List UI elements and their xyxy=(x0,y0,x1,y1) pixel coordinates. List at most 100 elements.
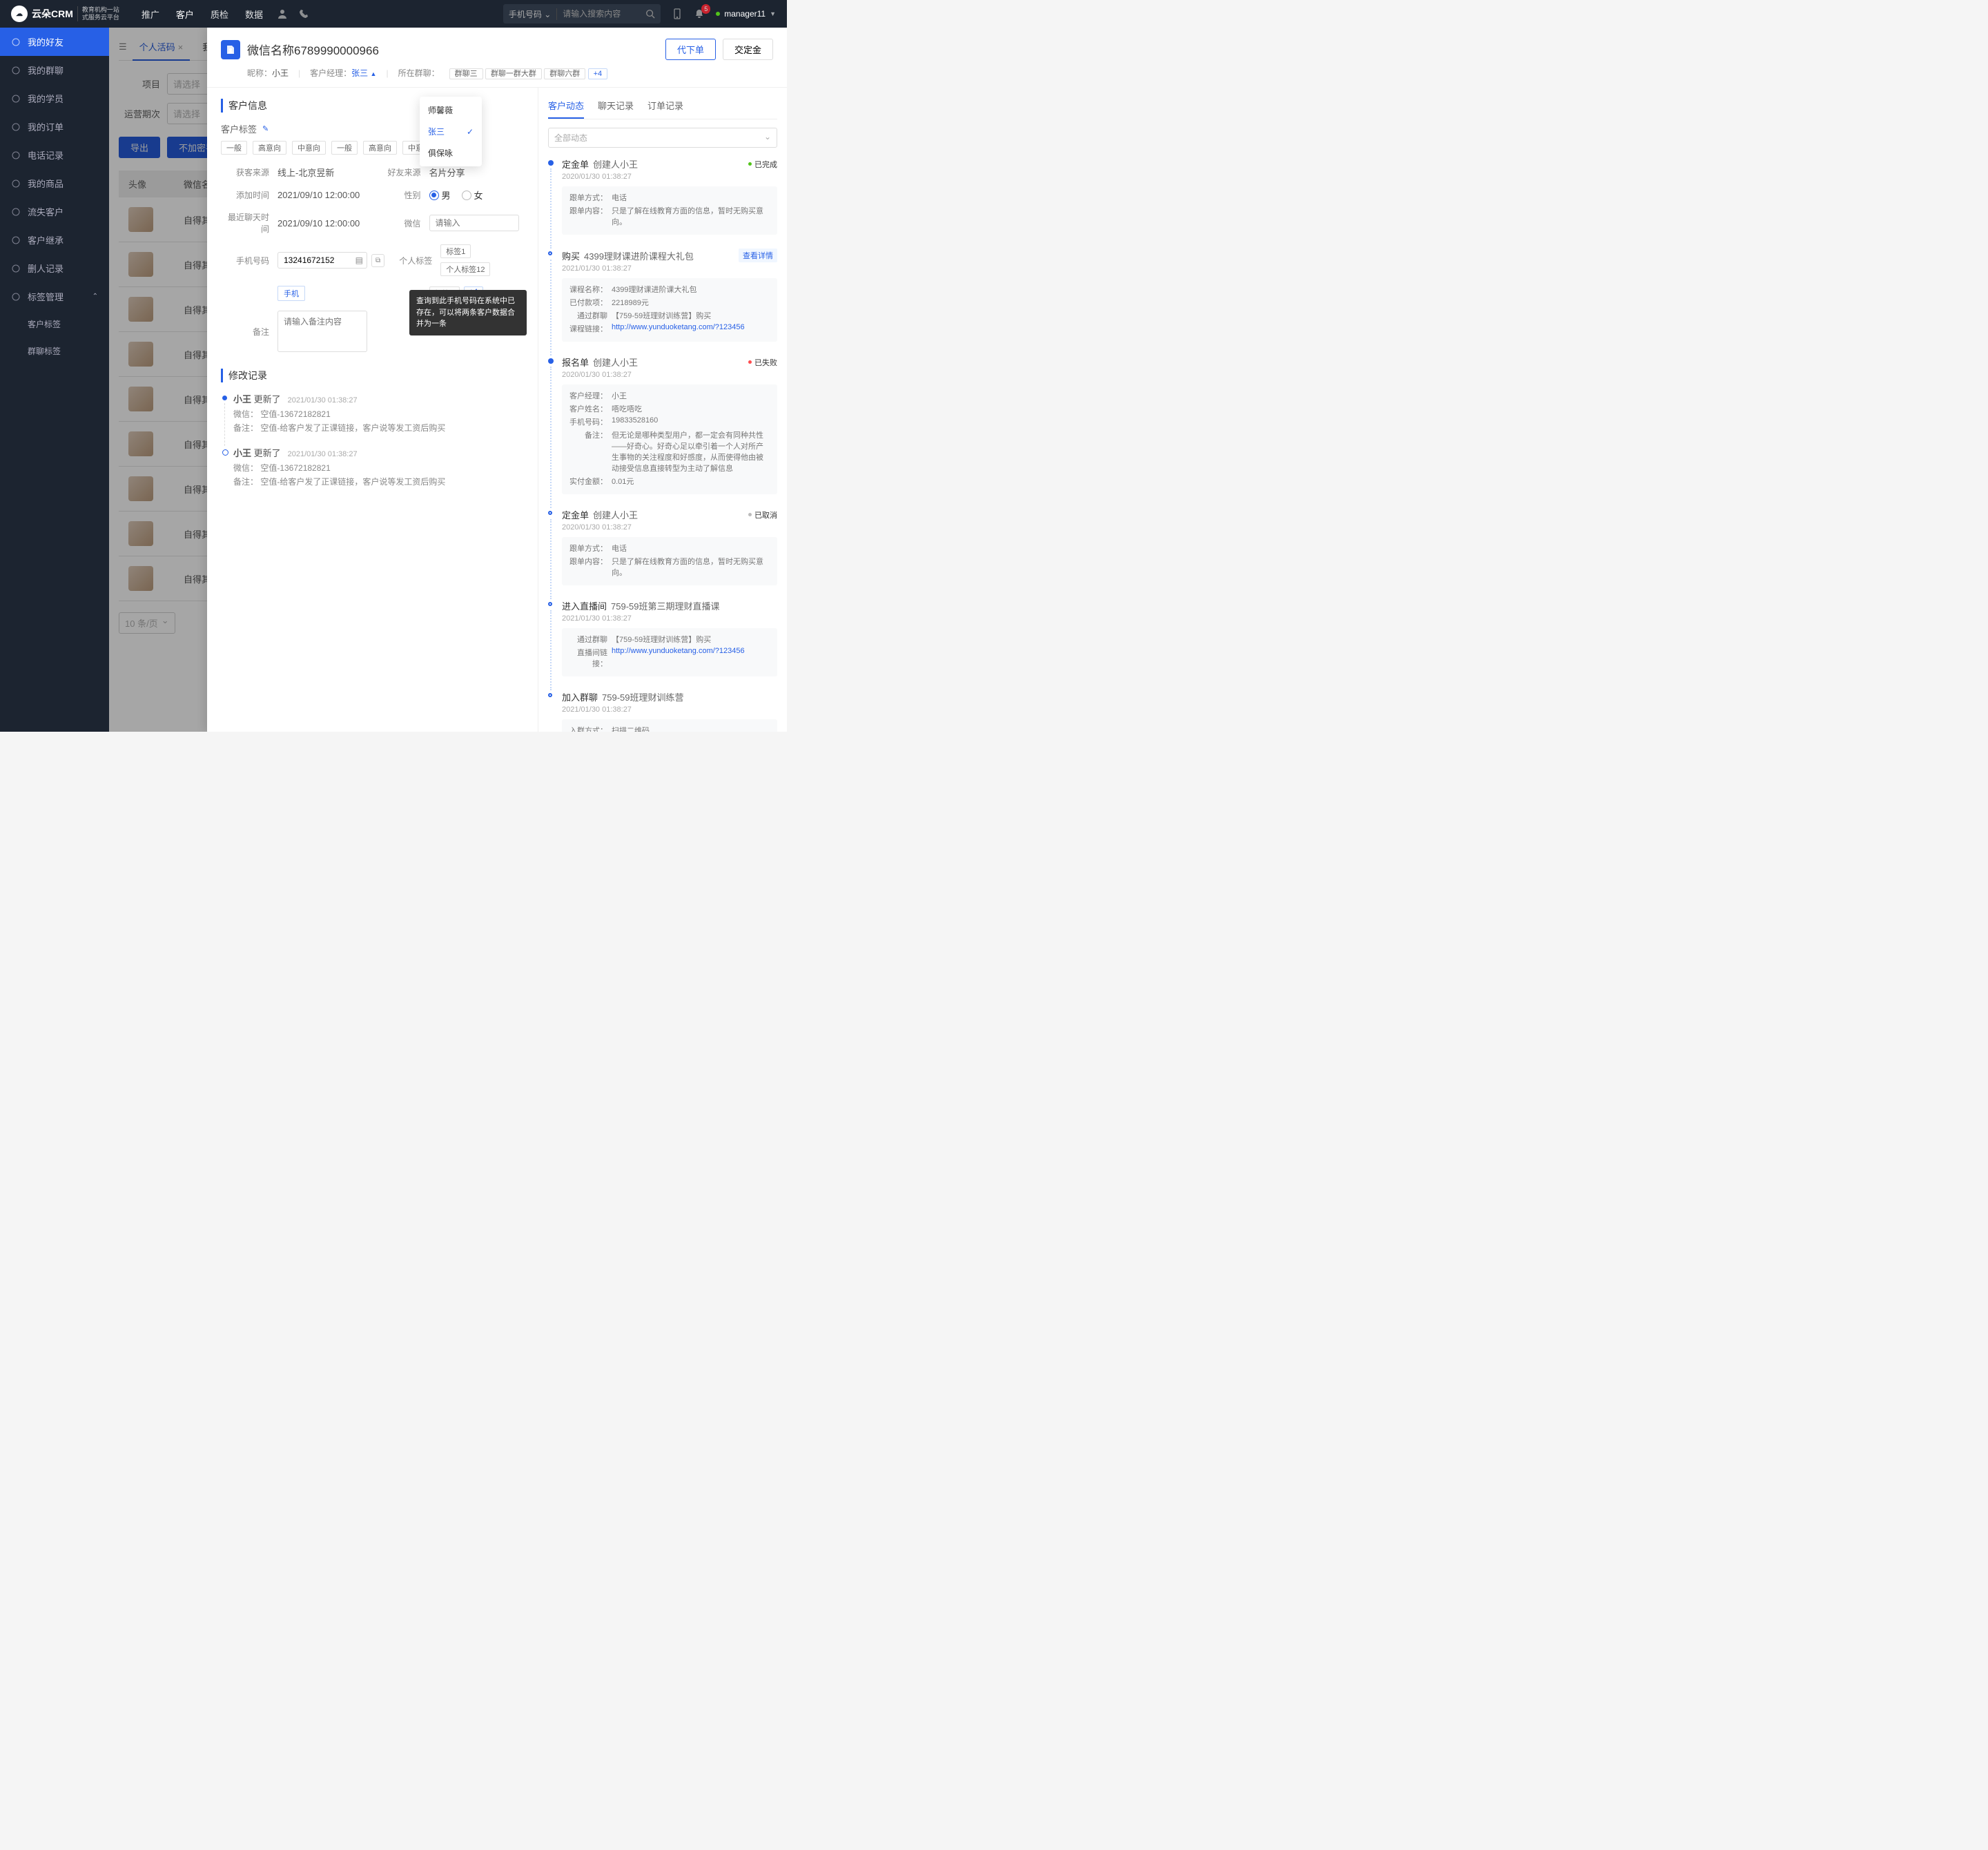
bell-icon[interactable]: 5 xyxy=(694,8,705,19)
log-item: 小王 更新了2021/01/30 01:38:27微信： 空值-13672182… xyxy=(221,446,524,487)
phone-duplicate-tooltip: 查询到此手机号码在系统中已存在，可以将两条客户数据合并为一条 xyxy=(409,290,527,335)
person-icon[interactable] xyxy=(277,8,288,19)
activity-item: 定金单创建人小王已完成2020/01/30 01:38:27跟单方式：电话跟单内… xyxy=(548,157,777,235)
sidebar-icon xyxy=(11,66,21,75)
nav-客户[interactable]: 客户 xyxy=(176,8,194,21)
note-textarea[interactable] xyxy=(277,311,367,352)
sidebar-icon xyxy=(11,179,21,188)
timeline-dot xyxy=(548,160,554,166)
nav-质检[interactable]: 质检 xyxy=(211,8,228,21)
sidebar-item-电话记录[interactable]: 电话记录 xyxy=(0,141,109,169)
contact-icon[interactable]: ▤ xyxy=(355,255,363,265)
search-input[interactable] xyxy=(557,9,640,19)
sidebar-item-我的商品[interactable]: 我的商品 xyxy=(0,169,109,197)
section-change-log: 修改记录 xyxy=(221,369,524,382)
wechat-input[interactable] xyxy=(429,215,519,231)
order-button[interactable]: 代下单 xyxy=(665,39,716,60)
timeline-dot xyxy=(548,358,554,364)
manager-dropdown: 师馨薇张三✓俱保咏 xyxy=(420,97,482,166)
sidebar-item-删人记录[interactable]: 删人记录 xyxy=(0,254,109,282)
copy-icon[interactable]: ⧉ xyxy=(371,254,384,267)
phone-link-button[interactable]: 手机 xyxy=(277,286,305,301)
sidebar-item-我的群聊[interactable]: 我的群聊 xyxy=(0,56,109,84)
dropdown-option[interactable]: 张三✓ xyxy=(420,121,482,142)
search-group: 手机号码 ⌄ xyxy=(503,4,661,23)
group-more-chip[interactable]: +4 xyxy=(588,68,608,79)
sidebar-item-群聊标签[interactable]: 群聊标签 xyxy=(0,338,109,364)
sidebar-icon xyxy=(11,264,21,273)
activity-filter-select[interactable]: 全部动态⌄ xyxy=(548,128,777,148)
sidebar-item-标签管理[interactable]: 标签管理⌃ xyxy=(0,282,109,311)
sidebar-item-流失客户[interactable]: 流失客户 xyxy=(0,197,109,226)
sidebar: 我的好友我的群聊我的学员我的订单电话记录我的商品流失客户客户继承删人记录标签管理… xyxy=(0,28,109,732)
activity-tab[interactable]: 聊天记录 xyxy=(598,99,634,119)
timeline-dot xyxy=(548,693,552,697)
edit-tags-icon[interactable]: ✎ xyxy=(262,124,269,133)
personal-tag-chip[interactable]: 标签1 xyxy=(440,244,471,258)
link[interactable]: http://www.yunduoketang.com/?123456 xyxy=(612,323,745,331)
sidebar-icon xyxy=(11,94,21,104)
sidebar-item-我的学员[interactable]: 我的学员 xyxy=(0,84,109,113)
sidebar-icon xyxy=(11,207,21,217)
phone-icon[interactable] xyxy=(299,8,310,19)
timeline-dot xyxy=(548,251,552,255)
log-item: 小王 更新了2021/01/30 01:38:27微信： 空值-13672182… xyxy=(221,392,524,434)
activity-item: 进入直播间759-59班第三期理财直播课2021/01/30 01:38:27通… xyxy=(548,599,777,676)
tag-chip[interactable]: 高意向 xyxy=(253,141,286,155)
link[interactable]: http://www.yunduoketang.com/?123456 xyxy=(612,647,745,655)
customer-icon xyxy=(221,40,240,59)
group-chip[interactable]: 群聊一群大群 xyxy=(485,68,542,79)
mobile-icon[interactable] xyxy=(672,8,683,19)
activity-tab[interactable]: 客户动态 xyxy=(548,99,584,119)
logo: ☁ 云朵CRM 教育机构一站式服务云平台 xyxy=(11,6,119,22)
tag-chip[interactable]: 中意向 xyxy=(292,141,326,155)
drawer-left-panel: 客户信息 客户标签 ✎ 一般高意向中意向一般高意向中意向+4 获客来源线上-北京… xyxy=(207,88,538,732)
chevron-down-icon: ⌄ xyxy=(764,132,771,144)
user-menu[interactable]: manager11 ▼ xyxy=(716,9,776,19)
top-nav: 推广 客户 质检 数据 xyxy=(142,8,263,21)
sidebar-icon xyxy=(11,37,21,47)
sidebar-icon xyxy=(11,235,21,245)
phone-input-wrap: ▤ xyxy=(277,252,367,269)
dropdown-option[interactable]: 俱保咏 xyxy=(420,142,482,164)
activity-item: 报名单创建人小王已失败2020/01/30 01:38:27客户经理：小王客户姓… xyxy=(548,356,777,494)
search-icon[interactable] xyxy=(640,9,661,19)
sidebar-item-我的好友[interactable]: 我的好友 xyxy=(0,28,109,56)
manager-select[interactable]: 张三 ▲ xyxy=(351,68,376,78)
view-detail-button[interactable]: 查看详情 xyxy=(739,249,777,262)
check-icon: ✓ xyxy=(467,127,474,137)
nav-推广[interactable]: 推广 xyxy=(142,8,159,21)
top-header: ☁ 云朵CRM 教育机构一站式服务云平台 推广 客户 质检 数据 手机号码 ⌄ 5 m… xyxy=(0,0,787,28)
activity-item: 定金单创建人小王已取消2020/01/30 01:38:27跟单方式：电话跟单内… xyxy=(548,508,777,585)
tag-chip[interactable]: 一般 xyxy=(331,141,358,155)
sidebar-icon xyxy=(11,292,21,302)
group-chip[interactable]: 群聊三 xyxy=(449,68,483,79)
personal-tag-chip[interactable]: 个人标签12 xyxy=(440,262,490,276)
tags-label: 客户标签 xyxy=(221,122,257,135)
tag-chip[interactable]: 一般 xyxy=(221,141,247,155)
activity-item: 购买4399理财课进阶课程大礼包查看详情2021/01/30 01:38:27课… xyxy=(548,249,777,342)
timeline-dot xyxy=(548,511,552,515)
tag-chip[interactable]: 高意向 xyxy=(363,141,397,155)
chevron-down-icon: ▼ xyxy=(770,10,776,17)
logo-text: 云朵CRM xyxy=(32,7,73,21)
group-chip[interactable]: 群聊六群 xyxy=(544,68,585,79)
phone-input[interactable] xyxy=(277,252,367,269)
search-type-select[interactable]: 手机号码 ⌄ xyxy=(503,8,557,20)
sidebar-icon xyxy=(11,150,21,160)
sidebar-icon xyxy=(11,122,21,132)
activity-item: 加入群聊759-59班理财训练营2021/01/30 01:38:27入群方式：… xyxy=(548,690,777,732)
drawer-right-panel: 客户动态聊天记录订单记录 全部动态⌄ 定金单创建人小王已完成2020/01/30… xyxy=(538,88,787,732)
radio-female[interactable]: 女 xyxy=(462,188,483,202)
nav-数据[interactable]: 数据 xyxy=(245,8,263,21)
radio-male[interactable]: 男 xyxy=(429,188,451,202)
logo-icon: ☁ xyxy=(11,6,28,22)
deposit-button[interactable]: 交定金 xyxy=(723,39,773,60)
sidebar-item-客户继承[interactable]: 客户继承 xyxy=(0,226,109,254)
activity-tab[interactable]: 订单记录 xyxy=(647,99,683,119)
sidebar-item-客户标签[interactable]: 客户标签 xyxy=(0,311,109,338)
dropdown-option[interactable]: 师馨薇 xyxy=(420,99,482,121)
notification-badge: 5 xyxy=(701,4,710,14)
sidebar-item-我的订单[interactable]: 我的订单 xyxy=(0,113,109,141)
chevron-up-icon: ⌃ xyxy=(92,293,98,300)
